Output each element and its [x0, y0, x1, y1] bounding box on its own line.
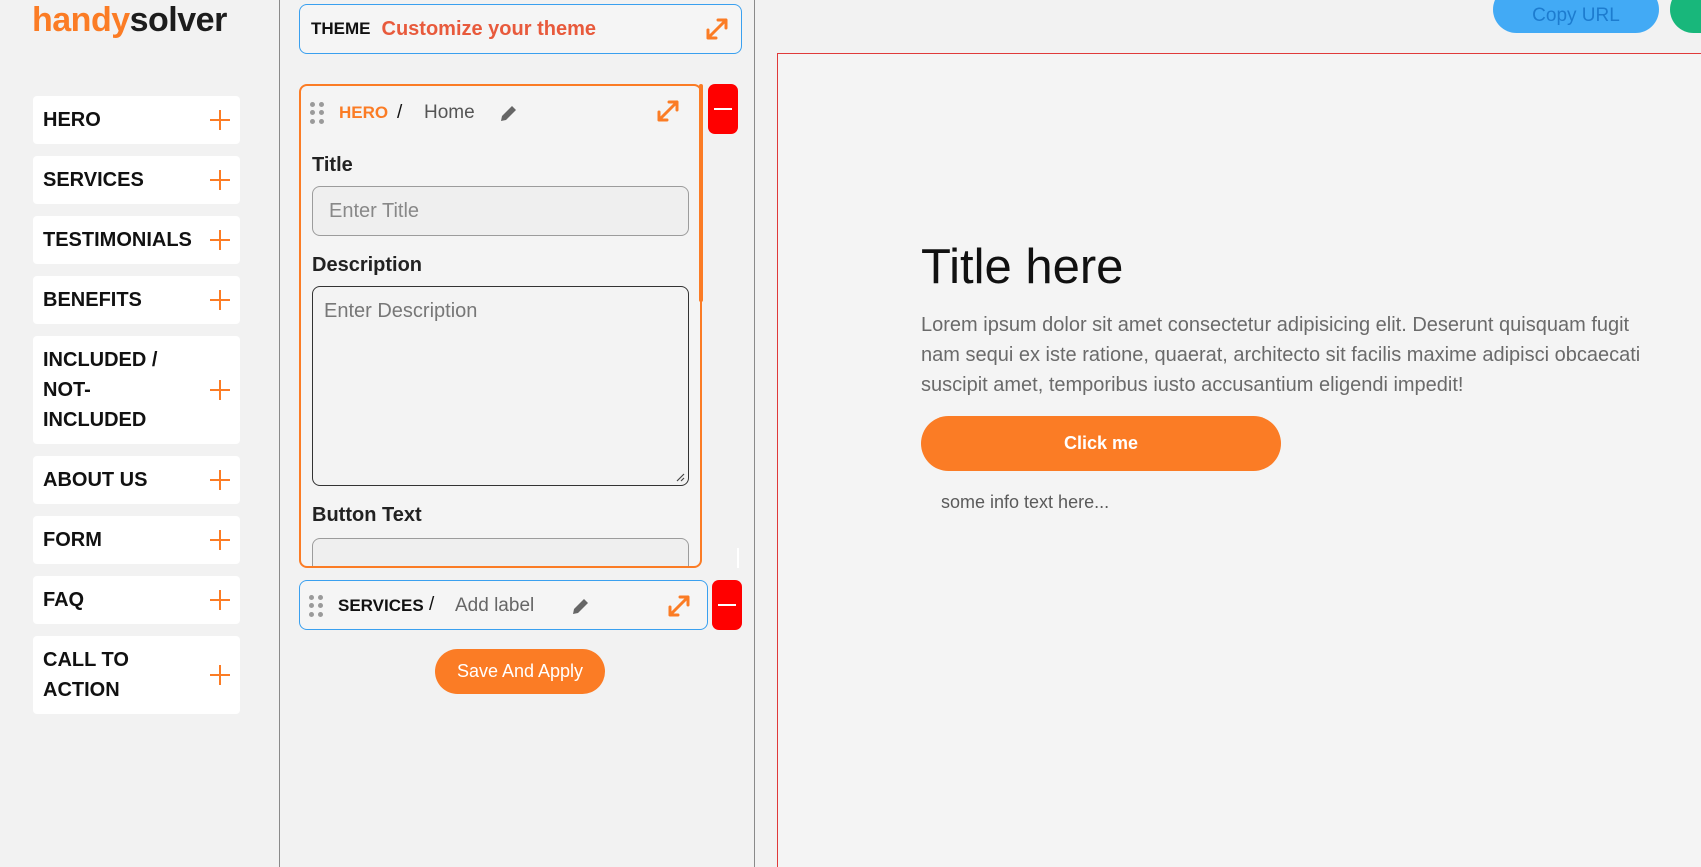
section-item-label: FAQ [43, 589, 85, 611]
title-field-label: Title [312, 154, 353, 176]
preview-cta-button[interactable]: Click me [921, 416, 1281, 471]
copy-url-button[interactable]: Copy URL [1493, 0, 1659, 33]
section-item-benefits[interactable]: BENEFITS [33, 276, 240, 324]
breadcrumb-separator: / [397, 102, 403, 123]
customize-theme-link[interactable]: Customize your theme [382, 18, 596, 41]
description-field-label: Description [312, 254, 423, 276]
edit-label-icon[interactable] [499, 103, 519, 123]
services-section-card[interactable]: SERVICES / Add label [299, 580, 708, 630]
section-list: HERO SERVICES TESTIMONIALS BENEFITS INCL… [33, 96, 240, 726]
preview-info-text: some info text here... [941, 492, 1110, 512]
section-item-label: CALL TO ACTION [43, 649, 129, 701]
section-item-services[interactable]: SERVICES [33, 156, 240, 204]
section-editor: THEME Customize your theme HERO / Home T… [281, 0, 755, 867]
hero-section-card: HERO / Home Title Enter Title Descriptio… [299, 84, 702, 568]
plus-icon[interactable] [210, 290, 230, 310]
section-item-form[interactable]: FORM [33, 516, 240, 564]
section-item-about-us[interactable]: ABOUT US [33, 456, 240, 504]
expand-icon[interactable] [655, 98, 681, 124]
section-item-label: HERO [43, 109, 101, 131]
button-text-field-label: Button Text [312, 504, 422, 526]
section-item-testimonials[interactable]: TESTIMONIALS [33, 216, 240, 264]
plus-icon[interactable] [210, 380, 230, 400]
expand-icon[interactable] [704, 16, 730, 42]
plus-icon[interactable] [210, 110, 230, 130]
description-textarea[interactable]: Enter Description [312, 286, 689, 486]
scrollbar-track-end [737, 548, 739, 568]
plus-icon[interactable] [210, 470, 230, 490]
section-item-label: ABOUT US [43, 469, 148, 491]
edit-label-icon[interactable] [571, 596, 591, 616]
preview-title: Title here [921, 240, 1124, 294]
hero-card-header: HERO / Home [301, 86, 700, 140]
logo-part-handy: handy [32, 1, 130, 39]
theme-bar[interactable]: THEME Customize your theme [299, 4, 742, 54]
plus-icon[interactable] [210, 590, 230, 610]
resize-handle-icon[interactable] [675, 472, 685, 482]
expand-icon[interactable] [666, 593, 692, 619]
section-item-included-not-included[interactable]: INCLUDED / NOT-INCLUDED [33, 336, 240, 444]
green-action-button[interactable] [1670, 0, 1701, 33]
plus-icon[interactable] [210, 530, 230, 550]
section-item-label: INCLUDED / NOT-INCLUDED [43, 349, 158, 431]
preview-description: Lorem ipsum dolor sit amet consectetur a… [921, 314, 1641, 396]
preview-frame: Title here Lorem ipsum dolor sit amet co… [777, 53, 1701, 867]
section-item-faq[interactable]: FAQ [33, 576, 240, 624]
plus-icon[interactable] [210, 170, 230, 190]
hero-section-name: HERO [339, 103, 389, 122]
button-text-input[interactable] [312, 538, 689, 566]
remove-hero-button[interactable] [708, 84, 738, 134]
editor-scrollbar[interactable] [699, 84, 703, 302]
save-and-apply-button[interactable]: Save And Apply [435, 649, 605, 694]
sidebar: handysolver HERO SERVICES TESTIMONIALS B… [0, 0, 280, 867]
remove-services-button[interactable] [712, 580, 742, 630]
description-placeholder: Enter Description [324, 300, 478, 322]
drag-handle-icon[interactable] [309, 595, 323, 617]
section-item-call-to-action[interactable]: CALL TO ACTION [33, 636, 240, 714]
services-section-name: SERVICES [338, 596, 424, 615]
drag-handle-icon[interactable] [310, 102, 324, 124]
logo: handysolver [32, 0, 227, 40]
plus-icon[interactable] [210, 230, 230, 250]
section-item-label: BENEFITS [43, 289, 142, 311]
title-input[interactable]: Enter Title [312, 186, 689, 236]
section-item-label: SERVICES [43, 169, 144, 191]
hero-section-label: Home [424, 102, 475, 123]
theme-label: THEME [311, 19, 371, 38]
plus-icon[interactable] [210, 665, 230, 685]
logo-part-solver: solver [129, 1, 228, 39]
breadcrumb-separator: / [429, 594, 435, 615]
section-item-label: TESTIMONIALS [43, 229, 192, 251]
services-label-placeholder: Add label [455, 595, 535, 616]
section-item-hero[interactable]: HERO [33, 96, 240, 144]
app-root: handysolver HERO SERVICES TESTIMONIALS B… [0, 0, 1701, 867]
section-item-label: FORM [43, 529, 102, 551]
